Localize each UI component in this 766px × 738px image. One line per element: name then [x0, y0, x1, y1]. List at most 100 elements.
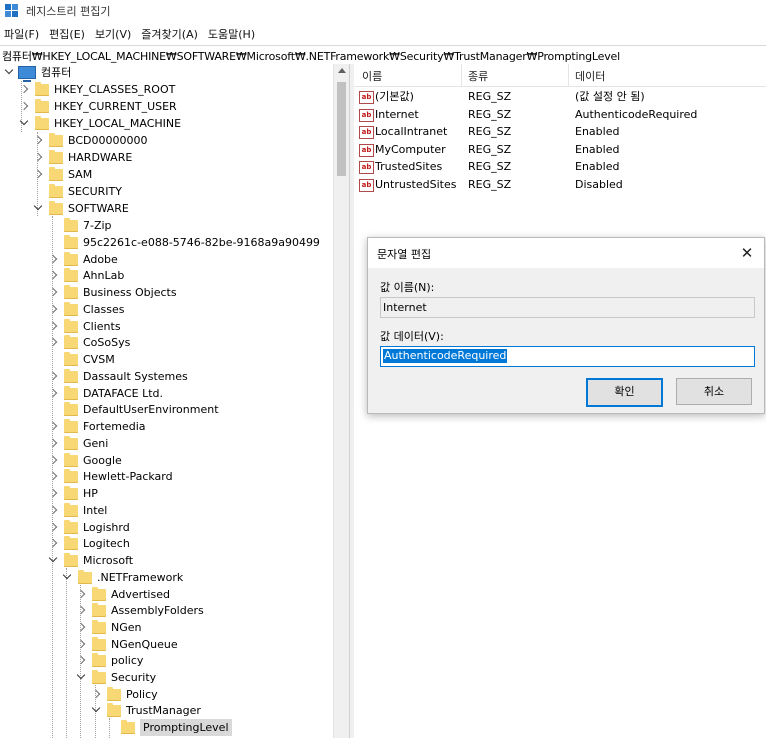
list-item[interactable]: ab Internet REG_SZ AuthenticodeRequired [354, 106, 766, 123]
chevron-right-icon[interactable] [48, 385, 60, 402]
column-divider[interactable] [568, 64, 569, 86]
column-name[interactable]: 이름 [362, 68, 382, 84]
menu-help[interactable]: 도움말(H) [204, 24, 259, 44]
tree-item[interactable]: AssemblyFolders [76, 602, 204, 619]
tree-item[interactable]: Fortemedia [48, 418, 146, 435]
chevron-right-icon[interactable] [48, 502, 60, 519]
tree-item[interactable]: HKEY_CURRENT_USER [19, 98, 177, 115]
scroll-thumb[interactable] [337, 82, 346, 176]
chevron-right-icon[interactable] [48, 435, 60, 452]
tree-item[interactable]: 95c2261c-e088-5746-82be-9168a9a90499 [48, 234, 320, 251]
tree-item[interactable]: NGen [76, 619, 142, 636]
chevron-right-icon[interactable] [48, 301, 60, 318]
chevron-down-icon[interactable] [91, 702, 103, 719]
chevron-right-icon[interactable] [48, 485, 60, 502]
address-path[interactable]: 컴퓨터₩HKEY_LOCAL_MACHINE₩SOFTWARE₩Microsof… [2, 48, 620, 64]
list-item[interactable]: ab MyComputer REG_SZ Enabled [354, 141, 766, 158]
tree-item[interactable]: HP [48, 485, 98, 502]
dialog-title-bar[interactable]: 문자열 편집 ✕ [368, 238, 764, 268]
tree-item[interactable]: Dassault Systemes [48, 368, 188, 385]
chevron-right-icon[interactable] [91, 686, 103, 703]
chevron-down-icon[interactable] [33, 200, 45, 217]
chevron-right-icon[interactable] [76, 586, 88, 603]
list-item[interactable]: ab UntrustedSites REG_SZ Disabled [354, 176, 766, 193]
address-bar[interactable]: 컴퓨터₩HKEY_LOCAL_MACHINE₩SOFTWARE₩Microsof… [0, 45, 766, 65]
tree-item[interactable]: Business Objects [48, 284, 177, 301]
tree-item[interactable]: 7-Zip [48, 217, 112, 234]
tree-item[interactable]: Intel [48, 502, 107, 519]
tree-item[interactable]: Geni [48, 435, 108, 452]
chevron-right-icon[interactable] [48, 519, 60, 536]
tree-scrollbar[interactable] [333, 64, 350, 738]
menu-edit[interactable]: 편집(E) [45, 24, 89, 44]
chevron-right-icon[interactable] [19, 81, 31, 98]
column-data[interactable]: 데이터 [575, 68, 605, 84]
tree-item[interactable]: Google [48, 452, 122, 469]
tree-item[interactable]: Logishrd [48, 519, 130, 536]
tree-item[interactable]: AhnLab [48, 267, 124, 284]
chevron-right-icon[interactable] [76, 619, 88, 636]
tree-item[interactable]: Hewlett-Packard [48, 468, 173, 485]
tree-root[interactable]: 컴퓨터 [4, 64, 71, 82]
tree-item[interactable]: Policy [91, 686, 158, 703]
chevron-down-icon[interactable] [62, 569, 74, 586]
list-item[interactable]: ab (기본값) REG_SZ (값 설정 안 됨) [354, 88, 766, 105]
column-divider[interactable] [461, 64, 462, 86]
value-data-text[interactable]: AuthenticodeRequired [383, 349, 508, 363]
menu-view[interactable]: 보기(V) [91, 24, 135, 44]
tree-item[interactable]: Clients [48, 318, 121, 335]
scroll-up-arrow-icon[interactable] [338, 68, 346, 73]
close-icon[interactable]: ✕ [736, 242, 758, 264]
tree-item[interactable]: Microsoft [48, 552, 133, 569]
chevron-right-icon[interactable] [76, 636, 88, 653]
tree-item-selected[interactable]: PromptingLevel [105, 719, 232, 736]
chevron-right-icon[interactable] [76, 602, 88, 619]
tree-item[interactable]: Security [76, 669, 156, 686]
tree-item[interactable]: CVSM [48, 351, 115, 368]
list-item[interactable]: ab LocalIntranet REG_SZ Enabled [354, 123, 766, 140]
ok-button[interactable]: 확인 [586, 378, 663, 407]
chevron-down-icon[interactable] [4, 64, 16, 81]
list-item[interactable]: ab TrustedSites REG_SZ Enabled [354, 158, 766, 175]
chevron-right-icon[interactable] [48, 318, 60, 335]
tree-item[interactable]: SECURITY [33, 183, 122, 200]
chevron-right-icon[interactable] [33, 166, 45, 183]
chevron-right-icon[interactable] [48, 284, 60, 301]
tree-item[interactable]: HKEY_LOCAL_MACHINE [19, 115, 181, 132]
chevron-right-icon[interactable] [48, 251, 60, 268]
tree-item[interactable]: policy [76, 652, 143, 669]
tree-item[interactable]: Classes [48, 301, 124, 318]
chevron-right-icon[interactable] [19, 98, 31, 115]
chevron-right-icon[interactable] [48, 535, 60, 552]
chevron-right-icon[interactable] [48, 368, 60, 385]
tree-item[interactable]: SOFTWARE [33, 200, 129, 217]
menu-file[interactable]: 파일(F) [0, 24, 43, 44]
chevron-right-icon[interactable] [48, 334, 60, 351]
chevron-right-icon[interactable] [76, 652, 88, 669]
tree-item[interactable]: .NETFramework [62, 569, 183, 586]
chevron-right-icon[interactable] [48, 418, 60, 435]
chevron-right-icon[interactable] [33, 149, 45, 166]
tree-item[interactable]: Adobe [48, 251, 118, 268]
column-type[interactable]: 종류 [468, 68, 488, 84]
tree-item[interactable]: BCD00000000 [33, 132, 148, 149]
chevron-down-icon[interactable] [76, 669, 88, 686]
chevron-down-icon[interactable] [19, 115, 31, 132]
tree-item[interactable]: SAM [33, 166, 92, 183]
tree-item[interactable]: DefaultUserEnvironment [48, 401, 219, 418]
tree-item[interactable]: CoSoSys [48, 334, 130, 351]
tree-item[interactable]: Advertised [76, 586, 170, 603]
tree-item[interactable]: DATAFACE Ltd. [48, 385, 163, 402]
cancel-button[interactable]: 취소 [676, 378, 752, 405]
tree-item[interactable]: HKEY_CLASSES_ROOT [19, 81, 175, 98]
tree-item[interactable]: NGenQueue [76, 636, 178, 653]
tree-item[interactable]: Logitech [48, 535, 130, 552]
chevron-right-icon[interactable] [48, 267, 60, 284]
tree-item[interactable]: TrustManager [91, 702, 201, 719]
menu-favorites[interactable]: 즐겨찾기(A) [137, 24, 202, 44]
chevron-right-icon[interactable] [48, 468, 60, 485]
tree-item[interactable]: HARDWARE [33, 149, 132, 166]
value-data-input[interactable]: AuthenticodeRequired [380, 346, 755, 367]
chevron-right-icon[interactable] [48, 452, 60, 469]
chevron-right-icon[interactable] [33, 132, 45, 149]
